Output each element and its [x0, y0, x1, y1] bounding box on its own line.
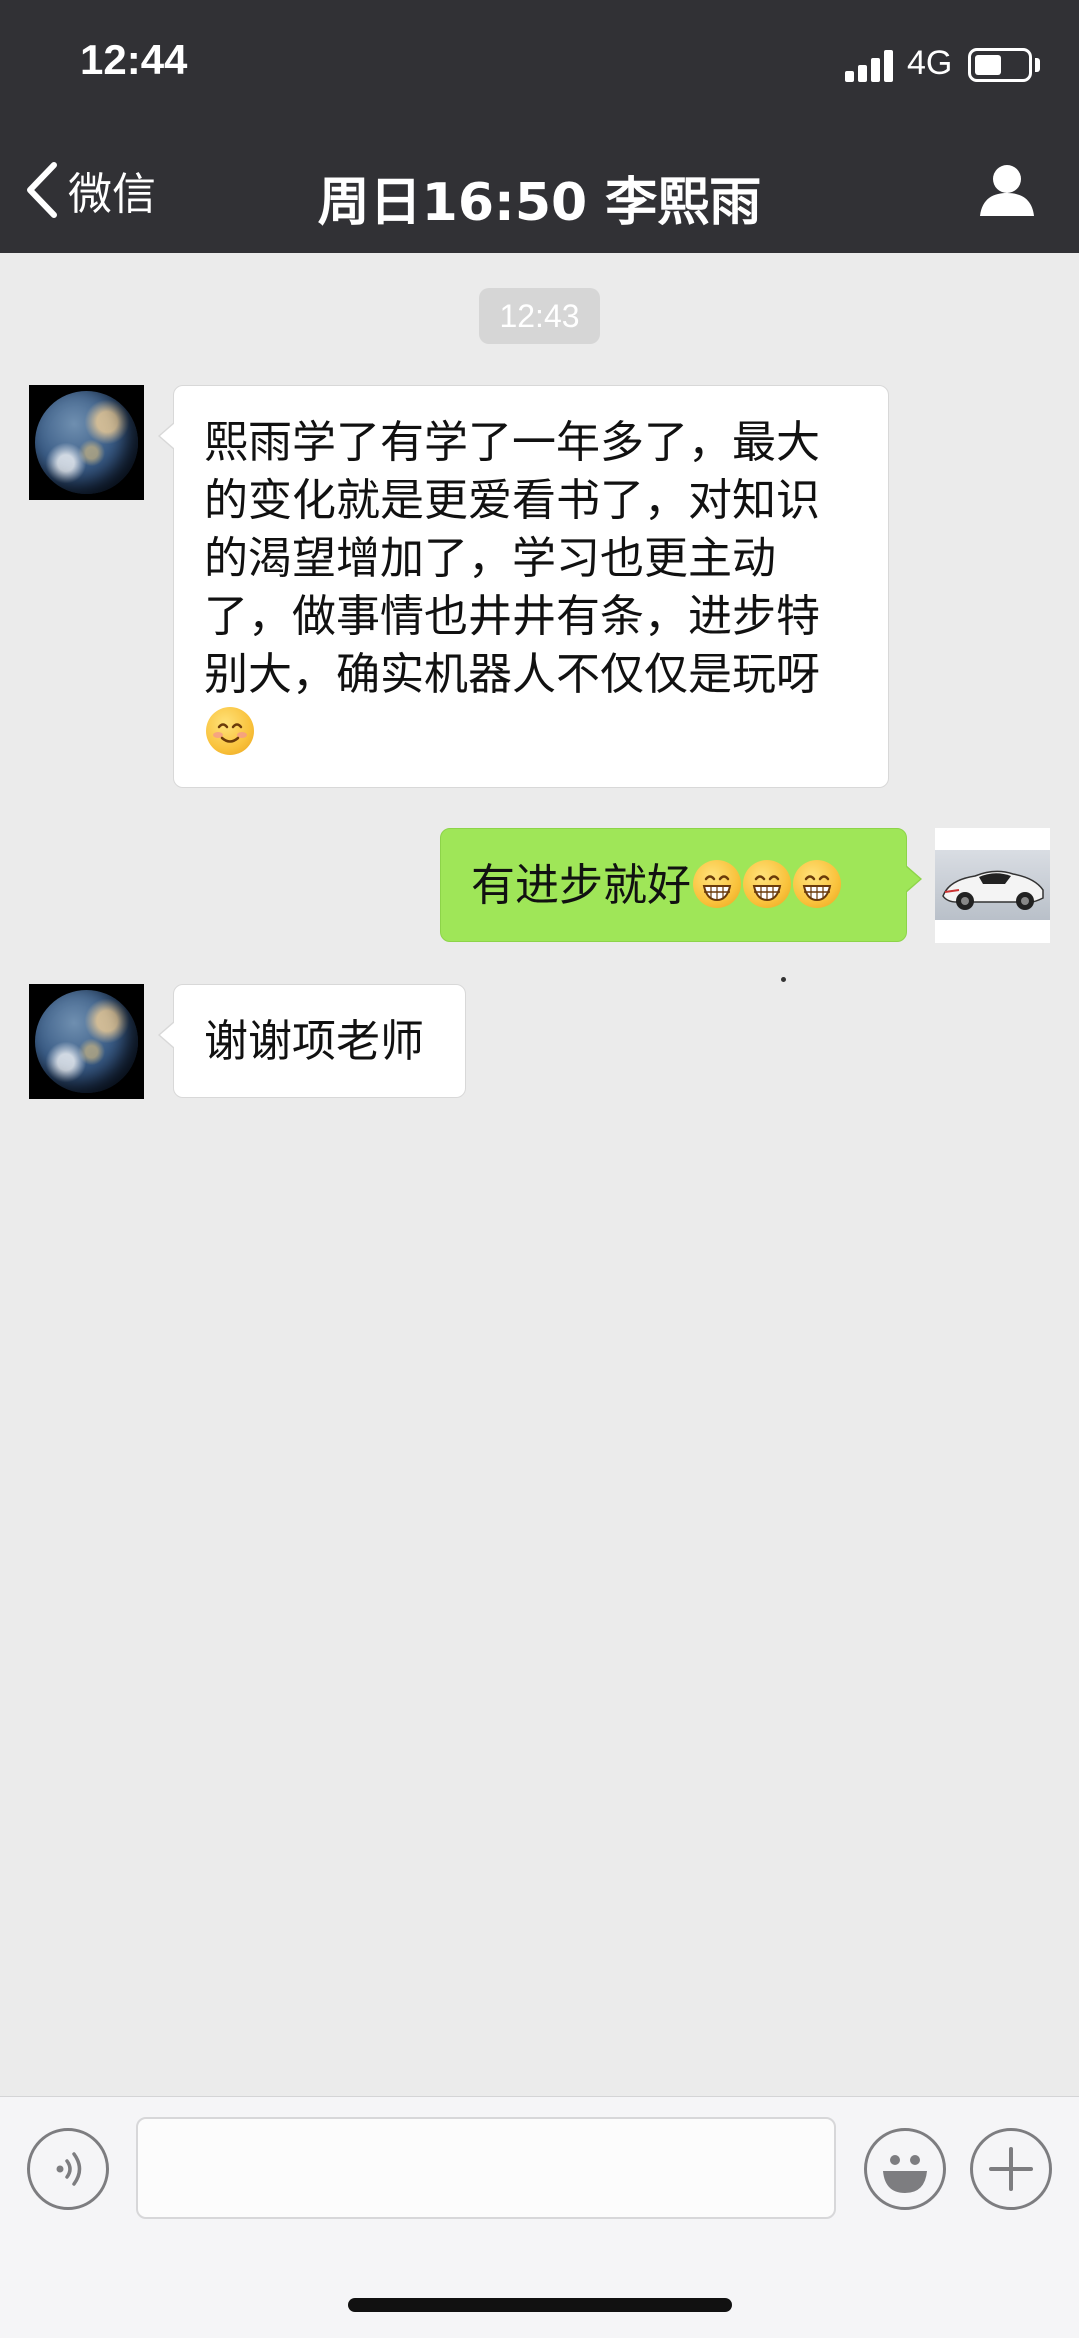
- person-icon[interactable]: [978, 162, 1036, 218]
- message-bubble-received[interactable]: 熙雨学了有学了一年多了，最大 的变化就是更爱看书了，对知识 的渴望增加了，学习也…: [158, 385, 889, 788]
- nav-bar: 微信 周日16:50 李熙雨: [0, 130, 1079, 253]
- smile-emoji-icon: [206, 707, 254, 755]
- voice-icon: [56, 2152, 82, 2186]
- chat-timestamp: 12:43: [479, 288, 600, 344]
- message-line: 的渴望增加了，学习也更主动: [204, 533, 776, 584]
- battery-icon: [968, 48, 1032, 82]
- emoji-button[interactable]: [864, 2128, 946, 2210]
- chat-area[interactable]: 12:43 熙雨学了有学了一年多了，最大 的变化就是更爱看书了，对知识 的渴望增…: [0, 253, 1079, 2096]
- stray-dot: [781, 977, 786, 982]
- signal-icon: [845, 50, 897, 82]
- message-text: 有进步就好: [471, 860, 691, 911]
- earth-avatar-image: [35, 391, 138, 494]
- earth-avatar-image: [35, 990, 138, 1093]
- contact-avatar[interactable]: [29, 984, 144, 1099]
- grin-emoji-icon: [793, 860, 841, 908]
- grin-emoji-icon: [693, 860, 741, 908]
- network-label: 4G: [907, 44, 953, 82]
- top-bar: 12:44 4G 微信 周日16:50 李熙雨: [0, 0, 1079, 253]
- contact-avatar[interactable]: [29, 385, 144, 500]
- status-time: 12:44: [80, 36, 188, 83]
- message-bubble-sent[interactable]: 有进步就好: [440, 828, 922, 942]
- my-avatar[interactable]: [935, 828, 1050, 943]
- battery-tip: [1035, 58, 1040, 72]
- emoji-icon: [883, 2155, 927, 2193]
- message-text: 谢谢项老师: [204, 1016, 424, 1067]
- voice-button[interactable]: [27, 2128, 109, 2210]
- message-bubble-received[interactable]: 谢谢项老师: [158, 984, 466, 1098]
- home-indicator[interactable]: [348, 2298, 732, 2312]
- message-line: 别大，确实机器人不仅仅是玩呀: [204, 649, 820, 700]
- grin-emoji-icon: [743, 860, 791, 908]
- message-line: 了，做事情也井井有条，进步特: [204, 591, 820, 642]
- page-title: 周日16:50 李熙雨: [317, 173, 762, 233]
- plus-icon: [989, 2147, 1033, 2191]
- message-line: 的变化就是更爱看书了，对知识: [204, 475, 820, 526]
- more-button[interactable]: [970, 2128, 1052, 2210]
- car-icon: [942, 870, 1044, 910]
- message-input[interactable]: [136, 2117, 836, 2219]
- status-bar: 12:44 4G: [0, 0, 1079, 130]
- message-line: 熙雨学了有学了一年多了，最大: [204, 417, 820, 468]
